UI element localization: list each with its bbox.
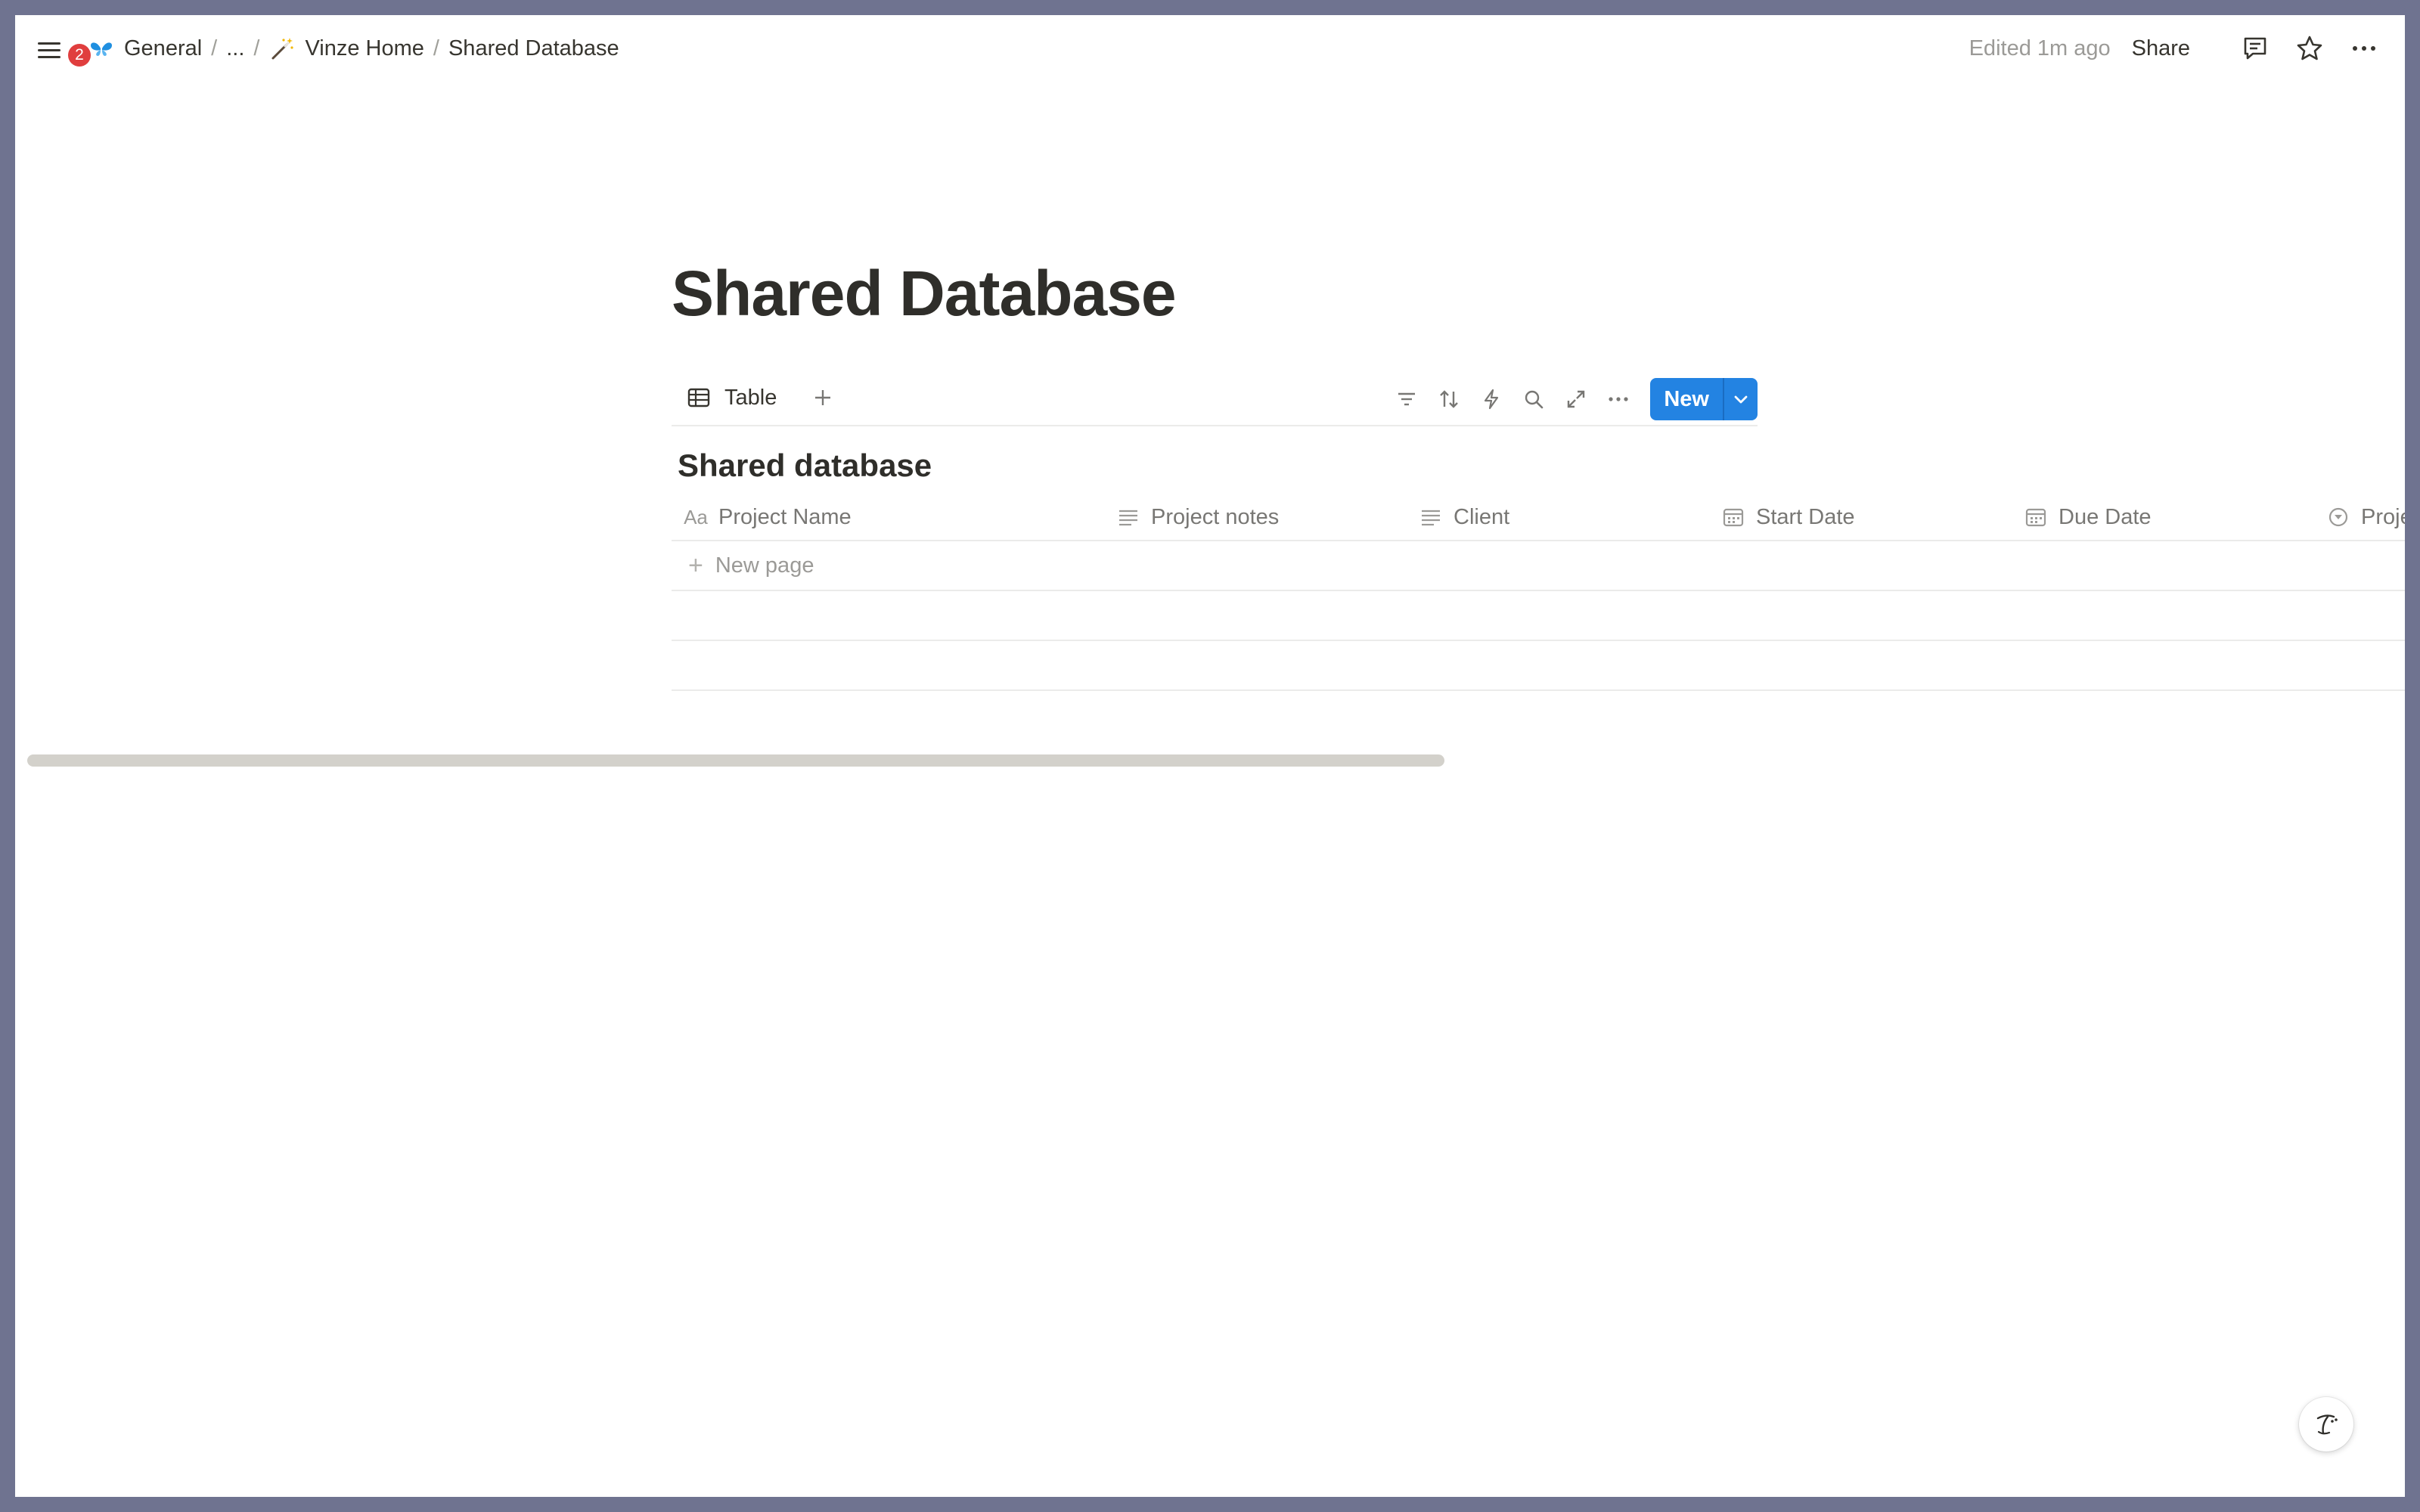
calendar-icon <box>1721 505 1745 529</box>
breadcrumb-ellipsis-label: ... <box>226 36 245 60</box>
tab-table-label: Table <box>724 385 777 410</box>
new-record-button-group: New <box>1650 378 1758 420</box>
column-label: Proje <box>2361 504 2405 529</box>
comments-icon[interactable] <box>2238 32 2272 65</box>
new-page-button[interactable]: + New page <box>672 541 2405 590</box>
column-label: Project Name <box>718 504 852 529</box>
help-assistant-button[interactable] <box>2299 1397 2353 1452</box>
magic-wand-icon <box>271 38 294 60</box>
plus-icon: + <box>688 550 703 580</box>
add-view-button[interactable] <box>806 381 839 414</box>
column-label: Project notes <box>1151 504 1280 529</box>
favorite-star-icon[interactable] <box>2293 32 2326 65</box>
share-button[interactable]: Share <box>2132 36 2190 61</box>
assistant-face-icon <box>2316 1414 2338 1435</box>
column-label: Start Date <box>1756 504 1855 529</box>
breadcrumb-workspace-label: General <box>124 36 203 60</box>
menu-icon <box>38 42 60 45</box>
new-options-dropdown[interactable] <box>1723 378 1758 420</box>
breadcrumb-parent-label: Vinze Home <box>305 36 424 60</box>
column-header-project-status[interactable]: Proje <box>2326 493 2405 540</box>
column-header-client[interactable]: Client <box>1419 493 1510 540</box>
table-row-empty <box>672 641 2405 691</box>
more-options-icon[interactable] <box>2347 32 2381 65</box>
sort-icon[interactable] <box>1432 383 1466 416</box>
table-header: Aa Project Name Project notes Client Sta… <box>672 493 2405 541</box>
calendar-icon <box>2024 505 2048 529</box>
database-title[interactable]: Shared database <box>678 448 932 484</box>
breadcrumb: General / ... / Vinze Home / Shared Data… <box>83 32 624 65</box>
breadcrumb-current-label: Shared Database <box>448 36 619 60</box>
page-title[interactable]: Shared Database <box>672 257 1177 330</box>
column-header-project-name[interactable]: Aa Project Name <box>684 493 852 540</box>
filter-icon[interactable] <box>1390 383 1423 416</box>
column-label: Due Date <box>2059 504 2152 529</box>
top-right-actions: Edited 1m ago Share <box>1969 32 2381 65</box>
breadcrumb-parent[interactable]: Vinze Home <box>264 32 428 65</box>
breadcrumb-separator: / <box>433 36 439 60</box>
menu-icon-bar <box>38 56 60 58</box>
new-page-label: New page <box>715 553 814 578</box>
table-row[interactable]: + New page <box>672 541 2405 591</box>
title-property-icon: Aa <box>684 505 708 528</box>
butterfly-logo-icon <box>91 42 112 56</box>
new-record-button[interactable]: New <box>1650 378 1723 420</box>
table-icon <box>687 388 710 407</box>
breadcrumb-workspace[interactable]: General <box>83 32 206 65</box>
breadcrumb-current[interactable]: Shared Database <box>444 32 624 65</box>
top-bar: 2 General / ... / Vinze Home / Shared Da… <box>15 15 2405 82</box>
horizontal-scrollbar[interactable] <box>27 754 1444 767</box>
table-row-empty <box>672 591 2405 641</box>
tab-table[interactable]: Table <box>687 380 777 416</box>
sidebar-menu-button[interactable]: 2 <box>35 33 91 67</box>
app-window: 2 General / ... / Vinze Home / Shared Da… <box>15 15 2405 1497</box>
column-header-project-notes[interactable]: Project notes <box>1116 493 1280 540</box>
breadcrumb-separator: / <box>253 36 260 60</box>
view-more-options-icon[interactable] <box>1602 383 1635 416</box>
search-icon[interactable] <box>1517 383 1550 416</box>
expand-icon[interactable] <box>1559 383 1593 416</box>
column-label: Client <box>1454 504 1510 529</box>
automation-lightning-icon[interactable] <box>1475 383 1508 416</box>
column-header-start-date[interactable]: Start Date <box>1721 493 1855 540</box>
view-tools: New <box>1390 378 1758 420</box>
status-icon <box>2326 505 2350 529</box>
edited-timestamp: Edited 1m ago <box>1969 36 2111 60</box>
breadcrumb-ellipsis[interactable]: ... <box>222 32 249 65</box>
database-view-bar: Table New <box>672 372 1758 426</box>
breadcrumb-separator: / <box>211 36 218 60</box>
column-header-due-date[interactable]: Due Date <box>2024 493 2152 540</box>
text-lines-icon <box>1116 505 1140 529</box>
plus-icon <box>815 390 830 405</box>
menu-icon-bar <box>38 49 60 51</box>
chevron-down-icon <box>1734 395 1748 404</box>
text-lines-icon <box>1419 505 1443 529</box>
